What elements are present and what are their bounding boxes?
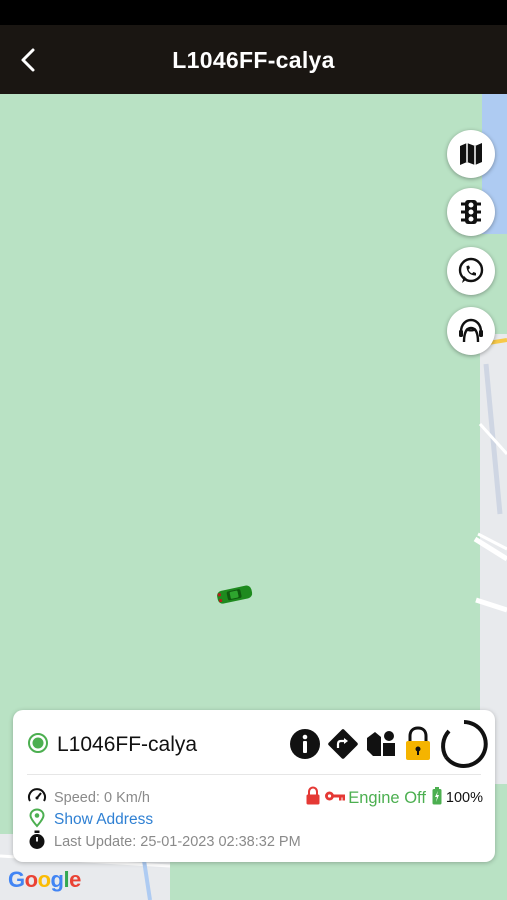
speed-row: Speed: 0 Km/h xyxy=(27,786,150,810)
speedometer-icon xyxy=(27,786,47,810)
engine-battery-status: Engine Off 100% xyxy=(305,786,483,810)
location-pin-icon xyxy=(27,808,47,832)
ignition-key-icon xyxy=(324,789,346,807)
shapes-icon[interactable] xyxy=(365,728,397,760)
online-status-icon xyxy=(27,732,49,759)
last-update-row: Last Update: 25-01-2023 02:38:32 PM xyxy=(27,830,301,854)
engine-status: Engine Off xyxy=(348,788,426,807)
vehicle-actions xyxy=(289,720,495,768)
info-icon[interactable] xyxy=(289,728,321,760)
vehicle-name: L1046FF-calya xyxy=(57,733,198,756)
battery-level: 100% xyxy=(445,790,483,806)
traffic-light-icon[interactable] xyxy=(447,188,495,236)
last-update-text: Last Update: 25-01-2023 02:38:32 PM xyxy=(54,834,301,850)
map-type-icon[interactable] xyxy=(447,130,495,178)
stopwatch-icon xyxy=(27,830,47,854)
battery-icon xyxy=(432,787,442,809)
status-bar xyxy=(0,0,507,25)
loading-ring-icon[interactable] xyxy=(439,719,489,769)
vehicle-info-card: L1046FF-calya Speed: 0 Km/h Engine Off 1… xyxy=(13,710,495,862)
lock-red-icon xyxy=(305,786,321,810)
car-marker-icon[interactable] xyxy=(215,582,255,611)
card-divider xyxy=(27,774,481,775)
google-logo: Google xyxy=(8,867,81,892)
speed-text: Speed: 0 Km/h xyxy=(54,790,150,806)
whatsapp-icon[interactable] xyxy=(447,247,495,295)
directions-icon[interactable] xyxy=(327,728,359,760)
app-header: L1046FF-calya xyxy=(0,25,507,94)
vehicle-header: L1046FF-calya xyxy=(27,730,197,760)
lock-icon[interactable] xyxy=(403,726,433,762)
support-agent-icon[interactable] xyxy=(447,307,495,355)
page-title: L1046FF-calya xyxy=(172,47,335,73)
show-address-link[interactable]: Show Address xyxy=(54,811,153,829)
address-row: Show Address xyxy=(27,808,153,832)
